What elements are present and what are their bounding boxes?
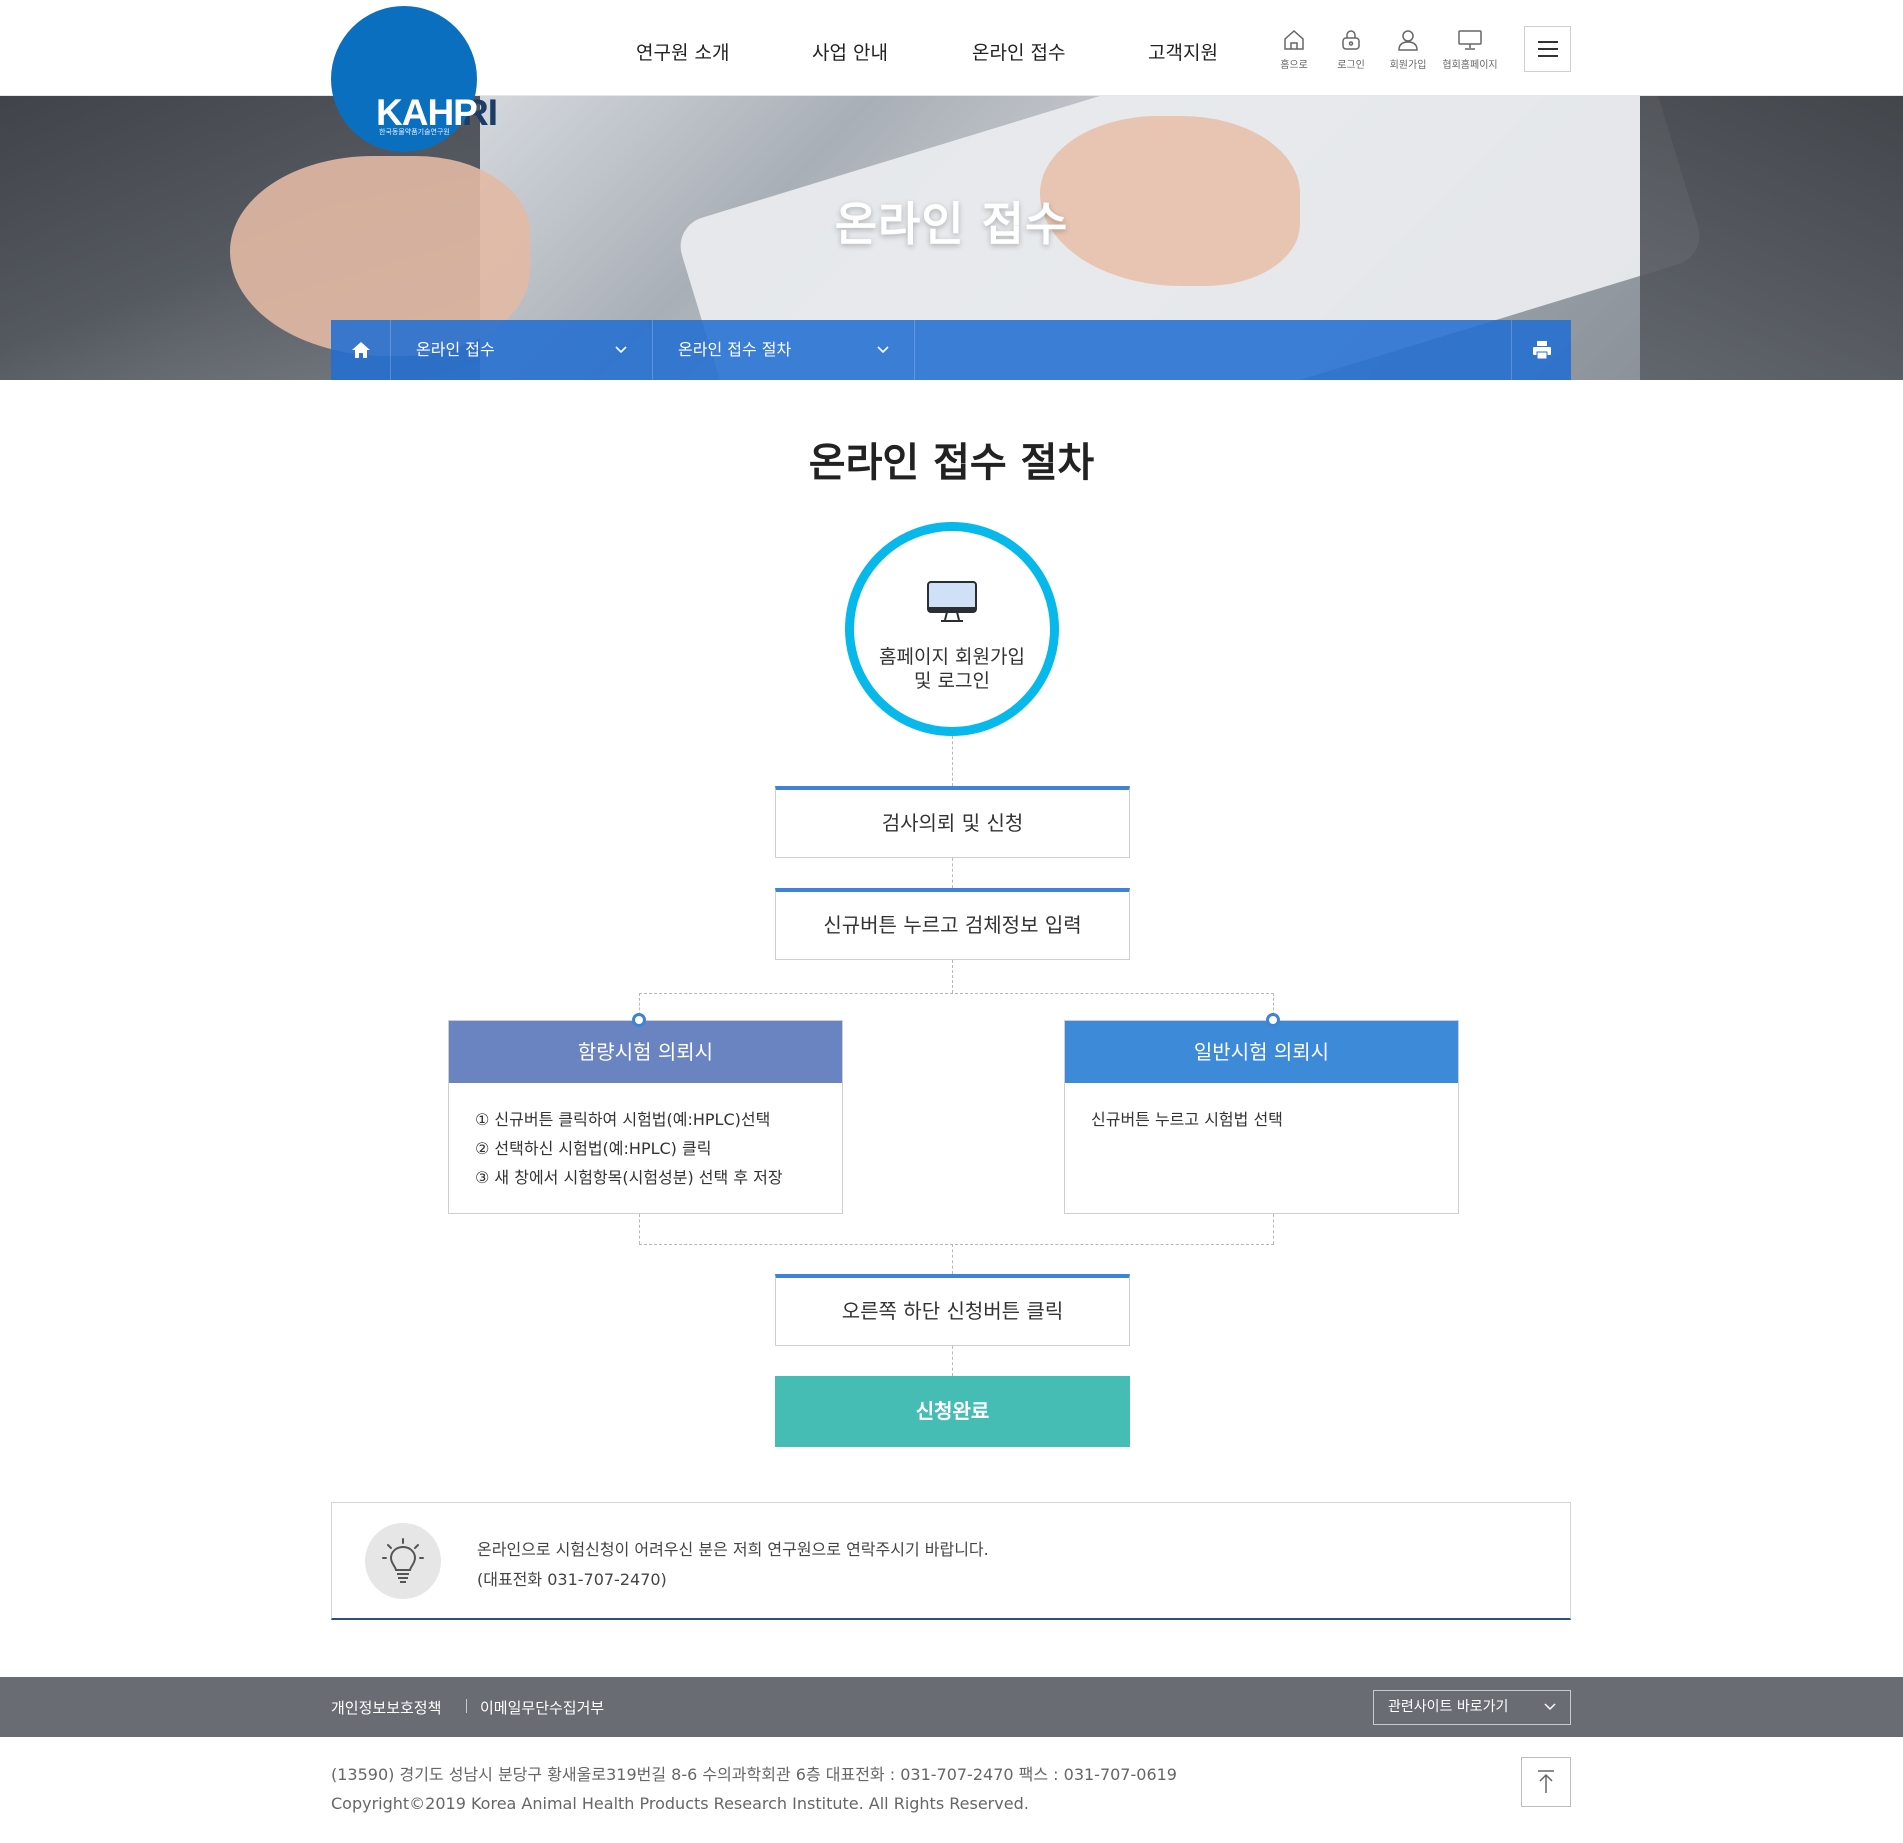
scroll-top-button[interactable] xyxy=(1521,1757,1571,1807)
nav-about[interactable]: 연구원 소개 xyxy=(636,38,729,65)
location-depth2-label: 온라인 접수 절차 xyxy=(678,340,792,359)
notice-text: 온라인으로 시험신청이 어려우신 분은 저희 연구원으로 연락주시기 바랍니다.… xyxy=(477,1535,989,1595)
banner-title: 온라인 접수 xyxy=(834,197,1069,251)
footer-divider xyxy=(466,1699,467,1713)
util-association-label: 협회홈페이지 xyxy=(1442,60,1498,71)
lock-icon xyxy=(1342,30,1360,50)
site-header: 연구원 소개 사업 안내 온라인 접수 고객지원 홈으로 로그인 회원가입 협회… xyxy=(0,0,1903,96)
monitor-icon xyxy=(927,581,977,622)
util-login-label: 로그인 xyxy=(1337,60,1365,71)
util-join-label: 회원가입 xyxy=(1389,60,1427,71)
family-site-select[interactable]: 관련사이트 바로가기 xyxy=(1373,1690,1571,1725)
chevron-down-icon xyxy=(877,346,889,354)
family-site-label: 관련사이트 바로가기 xyxy=(1388,1699,1509,1715)
user-icon xyxy=(1398,30,1418,51)
hamburger-icon-line xyxy=(1538,48,1558,50)
flow-branch-general: 일반시험 의뢰시 신규버튼 누르고 시험법 선택 xyxy=(1064,1020,1459,1214)
chevron-down-icon xyxy=(1544,1703,1556,1711)
flow-step-complete: 신청완료 xyxy=(775,1376,1130,1447)
list-item: ③ 새 창에서 시험항목(시험성분) 선택 후 저장 xyxy=(475,1168,783,1187)
all-menu-button[interactable] xyxy=(1524,26,1571,72)
list-item: ① 신규버튼 클릭하여 시험법(예:HPLC)선택 xyxy=(475,1110,771,1129)
flow-step-sample-info: 신규버튼 누르고 검체정보 입력 xyxy=(775,888,1130,960)
flow-connector xyxy=(952,736,953,786)
location-depth1-label: 온라인 접수 xyxy=(416,340,495,359)
location-depth1-dropdown[interactable]: 온라인 접수 xyxy=(391,320,653,380)
arrow-up-icon xyxy=(1538,1770,1554,1793)
flow-branch-dot xyxy=(1266,1013,1280,1027)
lightbulb-icon xyxy=(365,1523,441,1599)
hamburger-icon xyxy=(1538,41,1558,43)
flow-connector xyxy=(952,1346,953,1376)
flow-step-login-line2: 및 로그인 xyxy=(914,670,990,692)
location-depth2-dropdown[interactable]: 온라인 접수 절차 xyxy=(653,320,915,380)
flow-merge-connector xyxy=(639,1244,1274,1245)
notice-line1: 온라인으로 시험신청이 어려우신 분은 저희 연구원으로 연락주시기 바랍니다. xyxy=(477,1540,989,1559)
flow-branch-assay-list: ① 신규버튼 클릭하여 시험법(예:HPLC)선택 ② 선택하신 시험법(예:H… xyxy=(449,1083,842,1214)
notice-box: 온라인으로 시험신청이 어려우신 분은 저희 연구원으로 연락주시기 바랍니다.… xyxy=(331,1502,1571,1620)
flow-connector xyxy=(639,1214,640,1244)
list-item: 신규버튼 누르고 시험법 선택 xyxy=(1091,1110,1283,1129)
page-title: 온라인 접수 절차 xyxy=(808,440,1095,486)
location-home-button[interactable] xyxy=(331,320,391,380)
hamburger-icon-line xyxy=(1538,55,1558,57)
location-bar: 온라인 접수 온라인 접수 절차 xyxy=(331,320,1571,380)
util-home[interactable]: 홈으로 xyxy=(1264,28,1324,71)
flow-connector xyxy=(952,960,953,993)
email-refusal-link[interactable]: 이메일무단수집거부 xyxy=(480,1697,604,1718)
nav-business[interactable]: 사업 안내 xyxy=(812,38,888,65)
privacy-policy-link[interactable]: 개인정보보호정책 xyxy=(331,1697,441,1718)
flow-connector xyxy=(952,1244,953,1274)
flow-branch-dot xyxy=(632,1013,646,1027)
flow-branch-general-title: 일반시험 의뢰시 xyxy=(1065,1021,1458,1083)
flow-connector xyxy=(952,858,953,888)
flow-branch-connector xyxy=(639,993,1274,994)
print-button[interactable] xyxy=(1511,320,1571,380)
chevron-down-icon xyxy=(615,346,627,354)
util-login[interactable]: 로그인 xyxy=(1321,28,1381,71)
notice-line2: (대표전화 031-707-2470) xyxy=(477,1570,667,1589)
footer-menu-bar: 개인정보보호정책 이메일무단수집거부 관련사이트 바로가기 xyxy=(0,1677,1903,1737)
logo-subtitle: 한국동물약품기술연구원 xyxy=(379,128,450,136)
nav-support[interactable]: 고객지원 xyxy=(1148,38,1218,65)
flow-branch-assay-title: 함량시험 의뢰시 xyxy=(449,1021,842,1083)
footer-info: (13590) 경기도 성남시 분당구 황새울로319번길 8-6 수의과학회관… xyxy=(331,1760,1177,1818)
logo[interactable]: KAHP 한국동물약품기술연구원 xyxy=(331,6,478,152)
flow-step-login: 홈페이지 회원가입 및 로그인 xyxy=(845,522,1059,736)
flow-connector xyxy=(1273,1214,1274,1244)
util-join[interactable]: 회원가입 xyxy=(1378,28,1438,71)
util-home-label: 홈으로 xyxy=(1280,60,1308,71)
home-icon xyxy=(1284,29,1304,50)
flow-step-submit: 오른쪽 하단 신청버튼 클릭 xyxy=(775,1274,1130,1346)
flow-step-login-line1: 홈페이지 회원가입 xyxy=(879,646,1025,668)
flow-step-login-text: 홈페이지 회원가입 및 로그인 xyxy=(854,645,1050,693)
print-icon xyxy=(1533,341,1551,360)
monitor-icon xyxy=(1458,30,1482,50)
flow-branch-general-list: 신규버튼 누르고 시험법 선택 xyxy=(1065,1083,1458,1156)
footer-copyright: Copyright©2019 Korea Animal Health Produ… xyxy=(331,1794,1029,1813)
nav-online[interactable]: 온라인 접수 xyxy=(972,38,1065,65)
home-icon xyxy=(352,342,370,358)
util-association[interactable]: 협회홈페이지 xyxy=(1440,28,1500,71)
footer-address: (13590) 경기도 성남시 분당구 황새울로319번길 8-6 수의과학회관… xyxy=(331,1765,1177,1784)
flow-step-request: 검사의뢰 및 신청 xyxy=(775,786,1130,858)
flow-branch-assay: 함량시험 의뢰시 ① 신규버튼 클릭하여 시험법(예:HPLC)선택 ② 선택하… xyxy=(448,1020,843,1214)
list-item: ② 선택하신 시험법(예:HPLC) 클릭 xyxy=(475,1139,712,1158)
